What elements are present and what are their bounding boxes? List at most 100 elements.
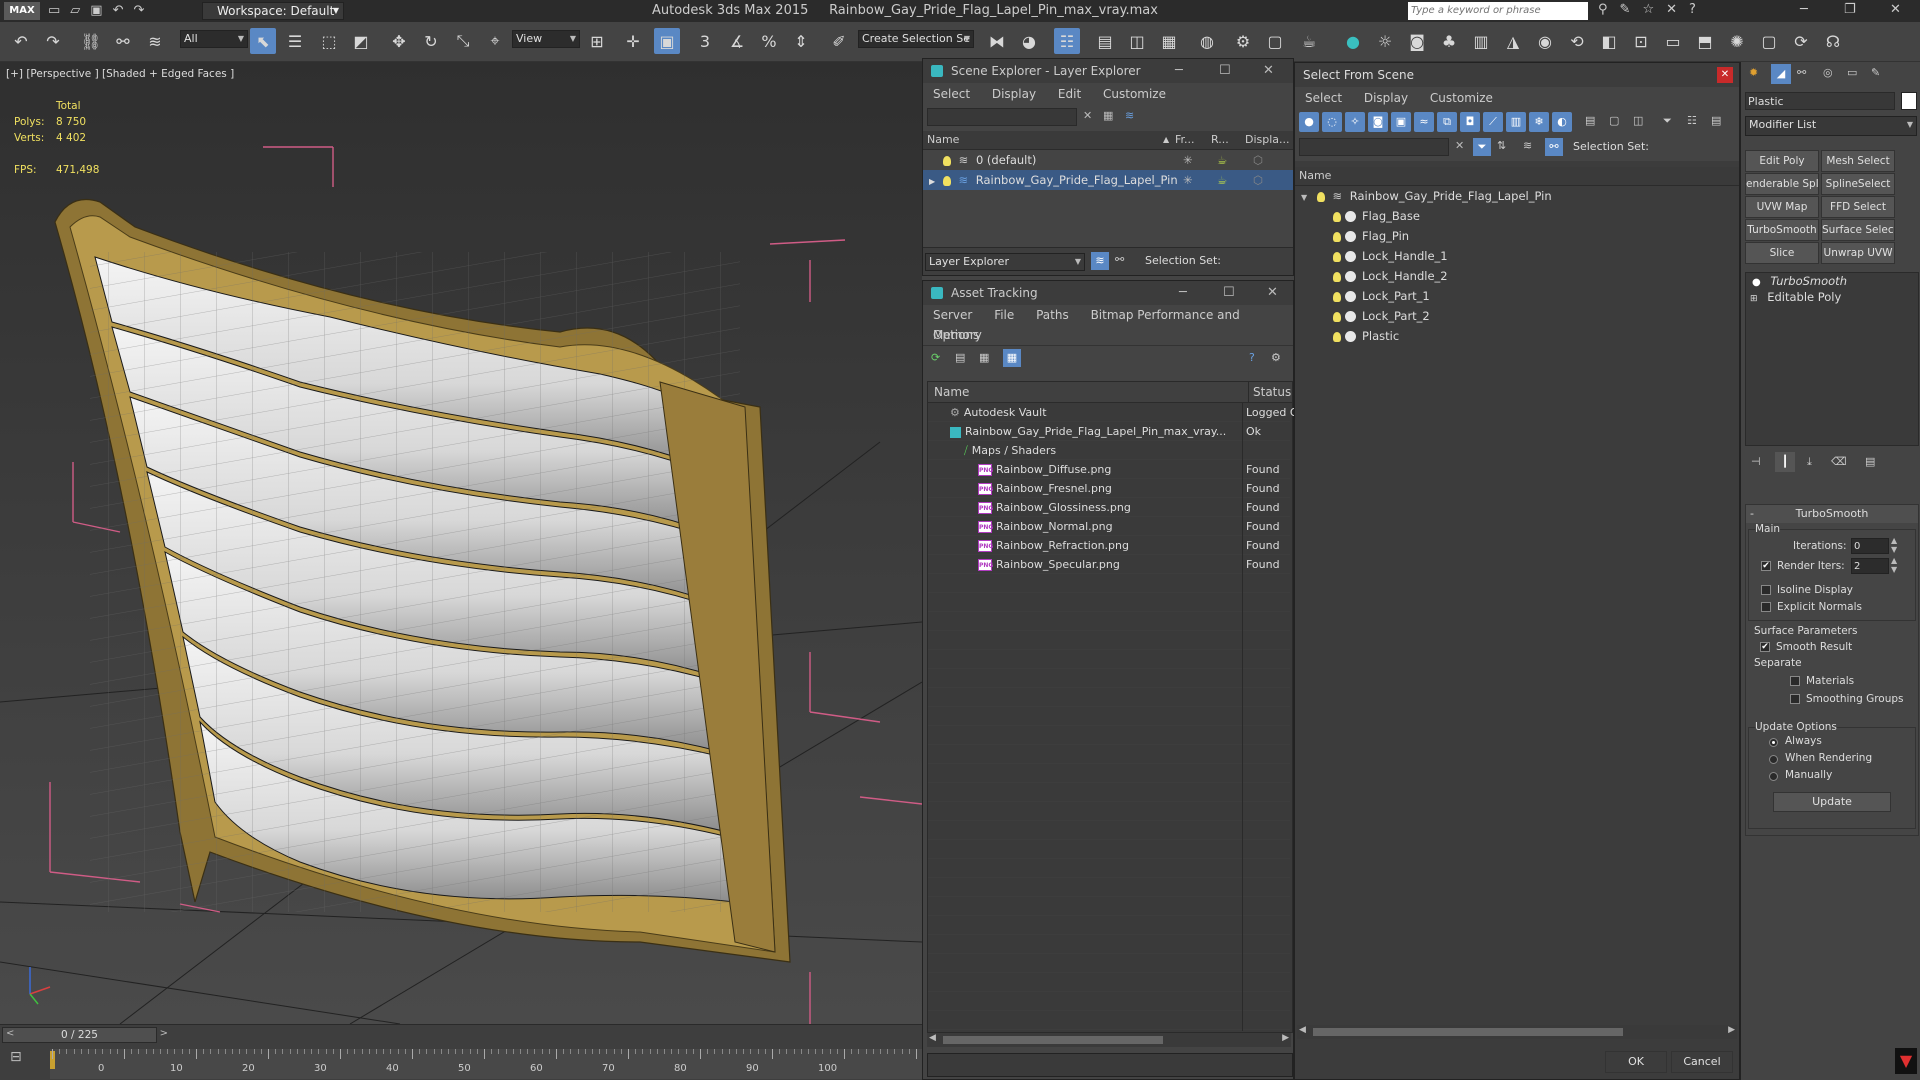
help-icon[interactable]: ? — [1249, 351, 1255, 364]
select-by-name-icon[interactable]: ☰ — [282, 28, 308, 54]
light-bulb-icon[interactable] — [1333, 311, 1341, 322]
close-icon[interactable]: ✕ — [1263, 59, 1274, 83]
bind-spacewarp-icon[interactable]: ≋ — [142, 28, 168, 54]
filter-icon[interactable]: ⏷ — [1663, 114, 1672, 128]
asset-tracking-titlebar[interactable]: Asset Tracking ─ ☐ ✕ — [923, 281, 1293, 305]
perspective-viewport[interactable]: [+] [Perspective ] [Shaded + Edged Faces… — [0, 62, 922, 1024]
filter-spacewarps-icon[interactable]: ≈ — [1414, 112, 1434, 132]
undo-icon[interactable]: ↶ — [8, 28, 34, 54]
modifier-set-button[interactable]: FFD Select — [1821, 196, 1895, 218]
asset-row[interactable]: ⚙ Autodesk Vault Logged O — [928, 403, 1299, 422]
rectangular-region-icon[interactable]: ⬚ — [316, 28, 342, 54]
key-mode-icon[interactable]: ⊟ — [10, 1049, 34, 1069]
window-crossing-icon[interactable]: ◩ — [348, 28, 374, 54]
redo-icon[interactable]: ↷ — [134, 3, 155, 18]
minimize-icon[interactable]: ─ — [1175, 59, 1183, 83]
layers-icon[interactable]: ≋ — [1523, 139, 1532, 152]
menu-select[interactable]: Select — [1305, 91, 1342, 105]
asset-row[interactable]: PNG Rainbow_Diffuse.png Found — [928, 460, 1290, 479]
edit-named-selections-icon[interactable]: ✐ — [826, 28, 852, 54]
menu-file[interactable]: File — [994, 308, 1014, 322]
mirror-icon[interactable]: ⧓ — [984, 28, 1010, 54]
vray-batch-icon[interactable]: ✺ — [1724, 28, 1750, 54]
menu-edit[interactable]: Edit — [1058, 87, 1081, 101]
tree-root[interactable]: ▼ ≋ Rainbow_Gay_Pride_Flag_Lapel_Pin — [1295, 186, 1739, 206]
layer-row[interactable]: ≋ 0 (default) ✳ ☕ ⬡ — [923, 150, 1293, 170]
make-unique-icon[interactable]: ⤓ — [1807, 455, 1812, 469]
toggle-ribbon-icon[interactable]: ▤ — [1092, 28, 1118, 54]
hierarchy-mode-icon[interactable]: ⚯ — [1545, 138, 1563, 156]
close-icon[interactable]: ✕ — [1717, 67, 1733, 83]
vray-export-icon[interactable]: ☊ — [1820, 28, 1846, 54]
spinner-snap-icon[interactable]: ⇕ — [788, 28, 814, 54]
isoline-checkbox[interactable] — [1761, 585, 1771, 595]
modifier-set-button[interactable]: Mesh Select — [1821, 150, 1895, 172]
menu-customize[interactable]: Customize — [1430, 91, 1493, 105]
filter-lights-icon[interactable]: ✧ — [1345, 112, 1365, 132]
teapot-icon[interactable]: ☕ — [1217, 150, 1227, 170]
explicit-normals-checkbox[interactable] — [1761, 602, 1771, 612]
asset-row[interactable]: Rainbow_Gay_Pride_Flag_Lapel_Pin_max_vra… — [928, 422, 1290, 441]
expand-arrow-icon[interactable]: ▶ — [929, 177, 935, 186]
tree-item[interactable]: Flag_Base — [1295, 206, 1739, 226]
rendered-frame-icon[interactable]: ▢ — [1262, 28, 1288, 54]
chevron-left-icon[interactable]: < — [6, 1028, 14, 1039]
filter-hidden-icon[interactable]: ◐ — [1552, 112, 1572, 132]
tree-item[interactable]: Lock_Part_1 — [1295, 286, 1739, 306]
show-end-result-icon[interactable]: ┃ — [1775, 452, 1795, 472]
select-manipulate-icon[interactable]: ✛ — [620, 28, 646, 54]
menu-customize[interactable]: Customize — [1103, 87, 1166, 101]
filter-frozen-icon[interactable]: ❄ — [1529, 112, 1549, 132]
configure-sets-icon[interactable]: ▤ — [1865, 455, 1875, 468]
selection-filter-dropdown[interactable]: All ▼ — [180, 30, 248, 48]
filter-active-icon[interactable]: ⏷ — [1473, 138, 1491, 156]
select-from-scene-titlebar[interactable]: Select From Scene ✕ — [1295, 63, 1739, 87]
thumbnail-view-icon[interactable]: ▦ — [979, 351, 989, 364]
modifier-set-button[interactable]: Slice — [1745, 242, 1819, 264]
workspace-dropdown[interactable]: Workspace: Default ▼ — [202, 2, 344, 20]
scroll-right-icon[interactable]: ▶ — [1282, 1033, 1289, 1043]
light-bulb-icon[interactable] — [942, 175, 951, 186]
filter-containers-icon[interactable]: ▥ — [1506, 112, 1526, 132]
hierarchy-mode-icon[interactable]: ⚯ — [1115, 253, 1124, 266]
light-bulb-icon[interactable] — [1333, 291, 1341, 302]
named-selection-dropdown[interactable]: Create Selection Se ▼ — [858, 30, 974, 48]
modifier-set-button[interactable]: Unwrap UVW — [1821, 242, 1895, 264]
filter-helpers-icon[interactable]: ▣ — [1391, 112, 1411, 132]
table-view-icon[interactable]: ▦ — [1003, 349, 1021, 367]
new-file-icon[interactable]: ▭ — [48, 3, 70, 18]
remove-modifier-icon[interactable]: ⌫ — [1831, 455, 1847, 468]
light-bulb-icon[interactable] — [1333, 251, 1341, 262]
light-bulb-icon[interactable] — [1333, 331, 1341, 342]
schematic-view-icon[interactable]: ▦ — [1156, 28, 1182, 54]
vray-camera-icon[interactable]: ◙ — [1404, 28, 1430, 54]
column-display[interactable]: Displa... — [1245, 131, 1290, 149]
motion-tab-icon[interactable]: ◎ — [1823, 66, 1833, 79]
modifier-set-button[interactable]: Edit Poly — [1745, 150, 1819, 172]
time-slider[interactable]: < 0 / 225 > — [2, 1027, 168, 1043]
viewport-label[interactable]: [+] [Perspective ] [Shaded + Edged Faces… — [6, 68, 234, 80]
select-all-icon[interactable]: ▤ — [1585, 114, 1595, 127]
cancel-button[interactable]: Cancel — [1671, 1051, 1733, 1073]
column-name[interactable]: Name — [934, 382, 969, 402]
undo-icon[interactable]: ↶ — [113, 3, 134, 18]
binoculars-icon[interactable]: ⚲ — [1598, 2, 1620, 17]
scroll-thumb[interactable] — [943, 1036, 1163, 1044]
freeze-icon[interactable]: ✳ — [1183, 150, 1193, 170]
column-status[interactable]: Status — [1248, 382, 1291, 402]
vray-settings-icon[interactable]: ⊡ — [1628, 28, 1654, 54]
menu-select[interactable]: Select — [933, 87, 970, 101]
vray-proxy-icon[interactable]: ▥ — [1468, 28, 1494, 54]
redo-icon[interactable]: ↷ — [40, 28, 66, 54]
modifier-set-button[interactable]: enderable Splir — [1745, 173, 1819, 195]
iterations-spinner[interactable] — [1851, 538, 1889, 554]
column-name[interactable]: Name — [1299, 167, 1331, 185]
asset-horizontal-scrollbar[interactable]: ◀ ▶ — [927, 1033, 1291, 1047]
light-bulb-icon[interactable] — [1333, 271, 1341, 282]
vray-fur-icon[interactable]: ♣ — [1436, 28, 1462, 54]
create-tab-icon[interactable]: ✹ — [1749, 66, 1758, 79]
filter-groups-icon[interactable]: ⧉ — [1437, 112, 1457, 132]
move-icon[interactable]: ✥ — [386, 28, 412, 54]
light-bulb-icon[interactable] — [1316, 191, 1325, 202]
vray-bake-icon[interactable]: ⟳ — [1788, 28, 1814, 54]
